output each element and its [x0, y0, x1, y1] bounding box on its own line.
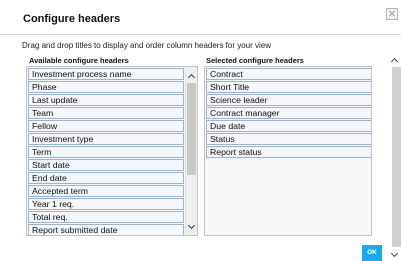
dialog-scrollbar-thumb[interactable] [392, 67, 401, 247]
available-item[interactable]: Team [28, 107, 184, 119]
selected-item[interactable]: Science leader [206, 94, 371, 106]
available-headers-list[interactable]: Investment process name Phase Last updat… [26, 66, 198, 236]
available-item[interactable]: End date [28, 172, 184, 184]
selected-item[interactable]: Report status [206, 146, 371, 158]
available-item[interactable]: Last update [28, 94, 184, 106]
chevron-up-icon[interactable] [390, 57, 399, 66]
available-item[interactable]: Fellow [28, 120, 184, 132]
available-headers-heading: Available configure headers [29, 56, 129, 65]
available-item[interactable]: Investment type [28, 133, 184, 145]
configure-headers-dialog: Configure headers Drag and drop titles t… [0, 0, 401, 261]
close-icon[interactable] [386, 8, 398, 20]
dialog-title: Configure headers [23, 13, 121, 25]
selected-item[interactable]: Short Title [206, 81, 371, 93]
available-item[interactable]: Total req. [28, 211, 184, 223]
ok-button[interactable]: OK [362, 245, 382, 261]
available-list-scrollbar[interactable] [185, 67, 197, 235]
dialog-scrollbar[interactable] [390, 55, 401, 260]
selected-headers-list[interactable]: Contract Short Title Science leader Cont… [204, 66, 372, 236]
available-item[interactable]: Year 1 req. [28, 198, 184, 210]
instructions-text: Drag and drop titles to display and orde… [22, 41, 272, 50]
available-item[interactable]: Report submitted date [28, 224, 184, 235]
chevron-down-icon[interactable] [187, 221, 196, 230]
selected-item[interactable]: Contract manager [206, 107, 371, 119]
selected-item[interactable]: Status [206, 133, 371, 145]
chevron-up-icon[interactable] [187, 73, 196, 82]
available-item[interactable]: Phase [28, 81, 184, 93]
selected-item[interactable]: Contract [206, 68, 371, 80]
available-item[interactable]: Investment process name [28, 68, 184, 80]
available-item[interactable]: Start date [28, 159, 184, 171]
available-item[interactable]: Term [28, 146, 184, 158]
available-item[interactable]: Accepted term [28, 185, 184, 197]
scrollbar-thumb[interactable] [187, 83, 196, 175]
selected-headers-heading: Selected configure headers [206, 56, 304, 65]
selected-item[interactable]: Due date [206, 120, 371, 132]
chevron-down-icon[interactable] [390, 249, 399, 258]
title-divider [0, 34, 401, 35]
